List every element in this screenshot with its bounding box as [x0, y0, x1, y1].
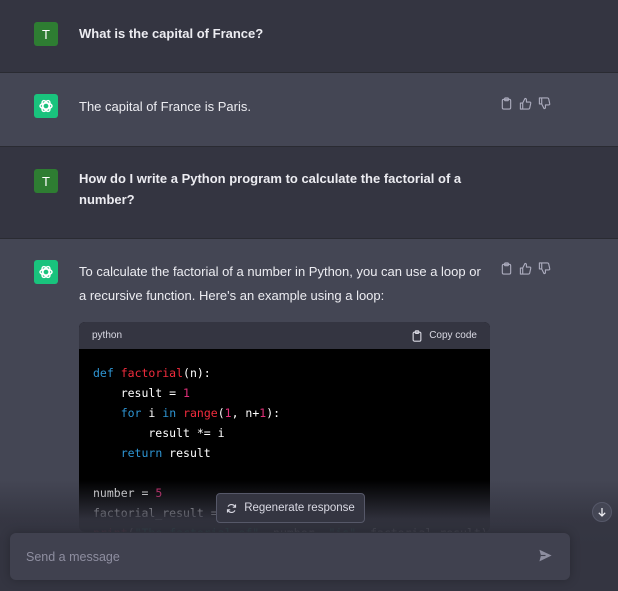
- thumbs-down-icon[interactable]: [538, 97, 551, 110]
- assistant-message-text: To calculate the factorial of a number i…: [79, 260, 481, 308]
- message-actions: [500, 262, 551, 275]
- clipboard-icon[interactable]: [500, 262, 513, 275]
- copy-code-label: Copy code: [429, 330, 477, 341]
- assistant-avatar: [34, 94, 58, 118]
- code-block-header: python Copy code: [79, 322, 490, 349]
- assistant-message-line: To calculate the factorial of a number i…: [79, 264, 481, 279]
- send-icon: [539, 549, 552, 562]
- thumbs-up-icon[interactable]: [519, 262, 532, 275]
- assistant-message-text: The capital of France is Paris.: [79, 99, 251, 114]
- user-avatar: T: [34, 169, 58, 193]
- user-message-text: How do I write a Python program to calcu…: [79, 168, 461, 210]
- code-line: result = 1: [93, 386, 190, 400]
- openai-logo-icon: [39, 265, 53, 279]
- copy-code-button[interactable]: Copy code: [411, 329, 477, 342]
- code-line: return result: [120, 446, 211, 460]
- user-avatar: T: [34, 22, 58, 46]
- regenerate-label: Regenerate response: [244, 502, 355, 514]
- code-line: for i in range(1, n+1):: [120, 406, 281, 420]
- user-message-line: number?: [79, 192, 135, 207]
- assistant-message-line: a recursive function. Here's an example …: [79, 288, 385, 303]
- message-row-user-2: T How do I write a Python program to cal…: [0, 147, 618, 239]
- user-avatar-letter: T: [42, 26, 50, 42]
- scroll-to-bottom-button[interactable]: [592, 502, 612, 522]
- code-language-label: python: [92, 330, 123, 341]
- message-actions: [500, 97, 551, 110]
- code-line: result *= i: [93, 426, 225, 440]
- regenerate-response-button[interactable]: Regenerate response: [216, 493, 365, 523]
- assistant-avatar: [34, 260, 58, 284]
- arrow-down-icon: [598, 508, 606, 517]
- clipboard-icon: [412, 329, 422, 342]
- code-line: def factorial(n):: [93, 366, 211, 380]
- user-message-text: What is the capital of France?: [79, 26, 264, 41]
- thumbs-up-icon[interactable]: [519, 97, 532, 110]
- send-button[interactable]: [538, 548, 553, 568]
- user-avatar-letter: T: [42, 173, 50, 189]
- message-input[interactable]: [24, 547, 518, 567]
- message-row-user-1: T What is the capital of France?: [0, 0, 618, 73]
- clipboard-icon[interactable]: [500, 97, 513, 110]
- thumbs-down-icon[interactable]: [538, 262, 551, 275]
- message-row-assistant-1: The capital of France is Paris.: [0, 73, 618, 147]
- user-message-line: How do I write a Python program to calcu…: [79, 171, 462, 186]
- openai-logo-icon: [39, 99, 53, 113]
- message-composer: [10, 533, 570, 580]
- refresh-icon: [227, 503, 237, 513]
